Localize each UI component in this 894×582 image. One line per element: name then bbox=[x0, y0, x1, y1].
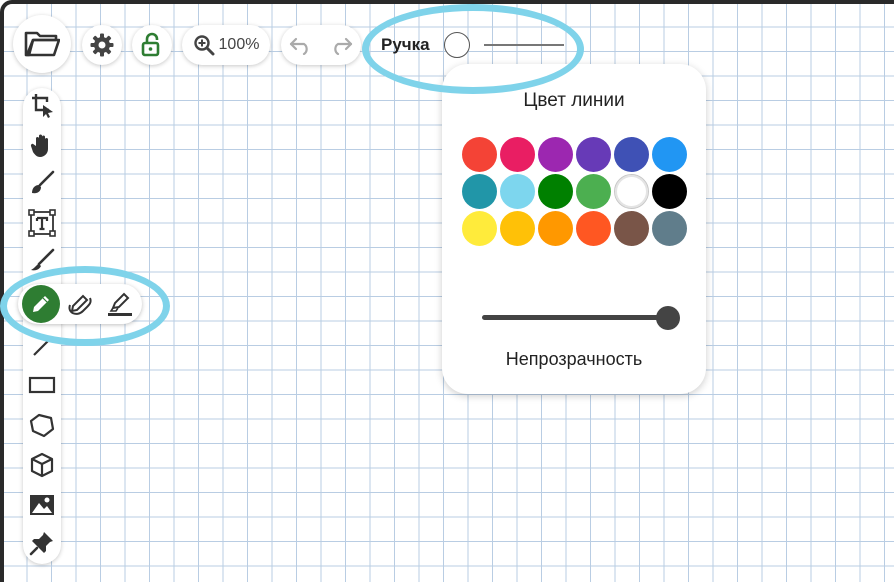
color-swatch[interactable] bbox=[462, 174, 497, 209]
history-controls bbox=[281, 25, 361, 65]
color-swatch[interactable] bbox=[500, 174, 535, 209]
brush-icon bbox=[29, 170, 55, 196]
color-swatch[interactable] bbox=[538, 211, 573, 246]
highlighter-icon bbox=[107, 291, 133, 317]
color-swatch[interactable] bbox=[500, 137, 535, 172]
color-panel-title: Цвет линии bbox=[523, 90, 625, 111]
color-swatch[interactable] bbox=[614, 137, 649, 172]
tool-pin[interactable] bbox=[23, 526, 61, 560]
tools-toolbar bbox=[23, 88, 61, 564]
tool-line[interactable] bbox=[23, 330, 61, 364]
unlock-icon bbox=[140, 32, 164, 58]
pen-icon bbox=[30, 293, 52, 315]
crop-select-icon bbox=[29, 92, 55, 118]
opacity-slider-track[interactable] bbox=[482, 315, 668, 320]
image-icon bbox=[29, 493, 55, 517]
gear-icon bbox=[89, 32, 115, 58]
tool-rectangle[interactable] bbox=[23, 368, 61, 402]
line-color-panel: Цвет линии Непрозрачность bbox=[442, 64, 706, 394]
redo-icon[interactable] bbox=[329, 35, 353, 55]
rectangle-icon bbox=[28, 374, 56, 396]
color-swatch[interactable] bbox=[462, 137, 497, 172]
folder-open-icon bbox=[24, 29, 60, 59]
tool-3d[interactable] bbox=[23, 448, 61, 482]
highlighter-tool-button[interactable] bbox=[102, 287, 138, 321]
open-file-button[interactable] bbox=[13, 15, 71, 73]
color-swatch[interactable] bbox=[576, 211, 611, 246]
opacity-label: Непрозрачность bbox=[505, 349, 643, 369]
color-swatch[interactable] bbox=[614, 174, 649, 209]
pen-tools-popup bbox=[18, 284, 142, 324]
pen-indicator[interactable]: Ручка bbox=[381, 27, 571, 63]
pen-tool-button[interactable] bbox=[22, 285, 60, 323]
color-swatch[interactable] bbox=[538, 174, 573, 209]
pen-width-preview[interactable] bbox=[443, 32, 470, 58]
zoom-control[interactable]: 100% bbox=[182, 25, 270, 65]
smooth-pen-tool-button[interactable] bbox=[62, 287, 98, 321]
color-swatch[interactable] bbox=[500, 211, 535, 246]
tool-brush[interactable] bbox=[23, 166, 61, 200]
tool-polygon[interactable] bbox=[23, 408, 61, 442]
tool-hand[interactable] bbox=[23, 128, 61, 162]
eraser-icon bbox=[29, 248, 55, 274]
color-swatch[interactable] bbox=[614, 211, 649, 246]
tool-text[interactable] bbox=[23, 206, 61, 240]
undo-icon[interactable] bbox=[289, 35, 313, 55]
tool-select[interactable] bbox=[23, 88, 61, 122]
pen-label: Ручка bbox=[381, 35, 430, 54]
color-swatch[interactable] bbox=[576, 174, 611, 209]
color-swatch[interactable] bbox=[576, 137, 611, 172]
color-swatch[interactable] bbox=[652, 211, 687, 246]
pin-icon bbox=[29, 530, 55, 556]
color-swatch[interactable] bbox=[462, 211, 497, 246]
pen-line-preview[interactable] bbox=[483, 44, 564, 46]
zoom-level: 100% bbox=[218, 36, 260, 53]
line-icon bbox=[30, 335, 54, 359]
tool-image[interactable] bbox=[23, 488, 61, 522]
color-swatch[interactable] bbox=[652, 137, 687, 172]
settings-button[interactable] bbox=[82, 25, 122, 65]
color-swatch[interactable] bbox=[538, 137, 573, 172]
color-swatch[interactable] bbox=[652, 174, 687, 209]
hand-icon bbox=[30, 132, 54, 158]
tool-eraser[interactable] bbox=[23, 244, 61, 278]
cube-icon bbox=[29, 452, 55, 478]
text-box-icon bbox=[28, 209, 56, 237]
smooth-pen-icon bbox=[67, 291, 93, 317]
zoom-in-icon bbox=[193, 34, 215, 56]
polygon-icon bbox=[29, 412, 55, 438]
color-swatch-grid bbox=[462, 137, 690, 246]
opacity-slider-thumb[interactable] bbox=[656, 306, 680, 330]
lock-toggle-button[interactable] bbox=[132, 25, 172, 65]
